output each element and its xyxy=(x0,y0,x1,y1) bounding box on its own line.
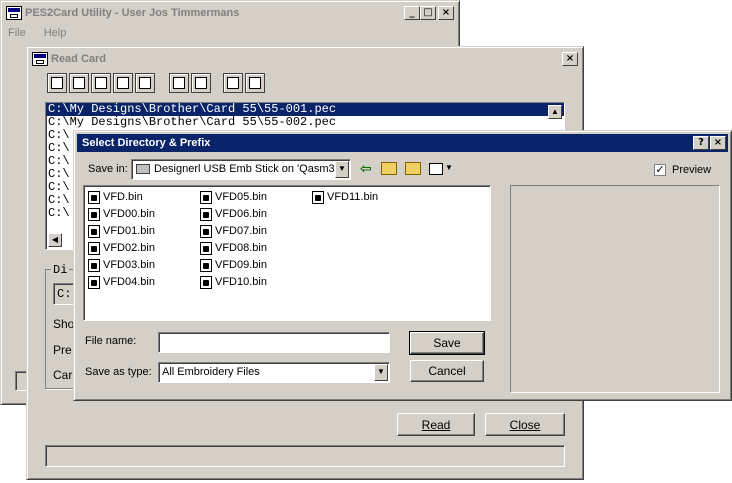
app-icon xyxy=(6,6,22,20)
save-as-type-label: Save as type: xyxy=(85,366,152,378)
new-folder-icon[interactable] xyxy=(405,162,421,175)
directory-group-label: Di xyxy=(51,263,70,277)
copy-tool-icon[interactable] xyxy=(91,73,111,93)
chevron-down-icon[interactable]: ▼ xyxy=(374,364,388,381)
preview-checkbox[interactable]: ✓ xyxy=(654,164,666,176)
read-card-title: Read Card xyxy=(51,53,107,65)
file-icon xyxy=(200,224,212,238)
close-button[interactable]: × xyxy=(438,6,454,20)
save-as-type-value: All Embroidery Files xyxy=(162,366,260,378)
list-item[interactable]: VFD.bin xyxy=(88,189,143,205)
search-tool-icon[interactable] xyxy=(223,73,243,93)
file-icon xyxy=(200,190,212,204)
usb-drive-icon xyxy=(136,164,150,174)
list-item[interactable]: VFD04.bin xyxy=(88,274,155,290)
file-name-label: File name: xyxy=(85,335,137,347)
list-item[interactable]: VFD09.bin xyxy=(200,257,267,273)
read-card-titlebar[interactable]: Read Card × xyxy=(30,50,580,68)
save-in-combo[interactable]: Designerl USB Emb Stick on 'Qasm3( ▼ xyxy=(131,159,351,180)
main-titlebar[interactable]: PES2Card Utility - User Jos Timmermans _… xyxy=(4,4,456,22)
view-menu-icon[interactable] xyxy=(429,163,443,175)
menu-file[interactable]: File xyxy=(5,25,29,43)
file-icon xyxy=(88,241,100,255)
file-icon xyxy=(88,207,100,221)
close-card-button[interactable]: Close xyxy=(485,413,565,436)
dialog-title: Select Directory & Prefix xyxy=(82,137,211,149)
properties-tool-icon[interactable] xyxy=(47,73,67,93)
read-button-label: Read xyxy=(421,417,451,432)
print-tool-icon[interactable] xyxy=(113,73,133,93)
select-tool-icon[interactable] xyxy=(245,73,265,93)
file-icon xyxy=(200,275,212,289)
file-icon xyxy=(88,224,100,238)
save-button-label: Save xyxy=(433,336,461,350)
list-item[interactable]: VFD07.bin xyxy=(200,223,267,239)
preview-tool-icon[interactable] xyxy=(135,73,155,93)
view-menu-arrow-icon[interactable]: ▼ xyxy=(445,163,453,172)
select-directory-dialog: Select Directory & Prefix ? × Save in: D… xyxy=(73,130,732,401)
status-bar xyxy=(45,445,565,467)
list-item[interactable]: VFD11.bin xyxy=(312,189,378,205)
save-in-value: Designerl USB Emb Stick on 'Qasm3( xyxy=(154,163,334,175)
help-button[interactable]: ? xyxy=(693,136,709,150)
list-item[interactable]: VFD00.bin xyxy=(88,206,155,222)
maximize-button[interactable]: □ xyxy=(420,6,436,20)
list-item[interactable]: VFD08.bin xyxy=(200,240,267,256)
list-item[interactable]: VFD03.bin xyxy=(88,257,155,273)
duplicate-tool-icon[interactable] xyxy=(169,73,189,93)
prefix-label: Pre xyxy=(53,343,72,357)
menubar: File Help xyxy=(5,25,69,43)
list-item[interactable]: VFD01.bin xyxy=(88,223,155,239)
cancel-button-label: Cancel xyxy=(428,364,466,378)
picture-tool-icon[interactable] xyxy=(69,73,89,93)
read-card-icon xyxy=(32,52,48,66)
file-icon xyxy=(200,241,212,255)
read-card-close-button[interactable]: × xyxy=(562,52,578,66)
chevron-down-icon[interactable]: ▼ xyxy=(335,161,349,178)
list-item[interactable]: VFD10.bin xyxy=(200,274,267,290)
save-button[interactable]: Save xyxy=(409,331,485,355)
main-title: PES2Card Utility - User Jos Timmermans xyxy=(25,7,240,19)
file-icon xyxy=(88,275,100,289)
up-folder-icon[interactable] xyxy=(381,162,397,175)
file-icon xyxy=(88,190,100,204)
preview-label: Preview xyxy=(672,164,712,176)
list-item[interactable]: C:\My Designs\Brother\Card 55\55-002.pec xyxy=(46,116,564,129)
menu-help[interactable]: Help xyxy=(41,25,70,43)
save-as-type-combo[interactable]: All Embroidery Files ▼ xyxy=(158,362,390,383)
list-item[interactable]: VFD05.bin xyxy=(200,189,267,205)
minimize-button[interactable]: _ xyxy=(404,6,420,20)
cancel-button[interactable]: Cancel xyxy=(410,360,484,382)
file-browser[interactable]: VFD.bin VFD00.bin VFD01.bin VFD02.bin VF… xyxy=(83,185,491,321)
card-label: Car xyxy=(53,368,73,382)
dialog-close-button[interactable]: × xyxy=(710,136,726,150)
file-name-input[interactable] xyxy=(158,332,390,353)
back-icon[interactable]: ⇦ xyxy=(360,161,372,177)
directory-field-value: C: xyxy=(57,287,72,301)
file-icon xyxy=(88,258,100,272)
close-card-button-label: Close xyxy=(509,417,541,432)
read-button[interactable]: Read xyxy=(397,413,475,436)
file-icon xyxy=(200,207,212,221)
scroll-left-arrow-icon[interactable]: ◀ xyxy=(48,233,62,247)
dialog-titlebar[interactable]: Select Directory & Prefix ? × xyxy=(77,134,728,152)
file-icon xyxy=(200,258,212,272)
show-label: Sho xyxy=(53,317,75,331)
save-in-label: Save in: xyxy=(88,163,128,175)
edit-tool-icon[interactable] xyxy=(191,73,211,93)
file-icon xyxy=(312,190,324,204)
scroll-up-arrow-icon[interactable]: ▲ xyxy=(548,105,562,119)
list-item[interactable]: VFD02.bin xyxy=(88,240,155,256)
list-item[interactable]: VFD06.bin xyxy=(200,206,267,222)
preview-pane xyxy=(510,185,720,393)
